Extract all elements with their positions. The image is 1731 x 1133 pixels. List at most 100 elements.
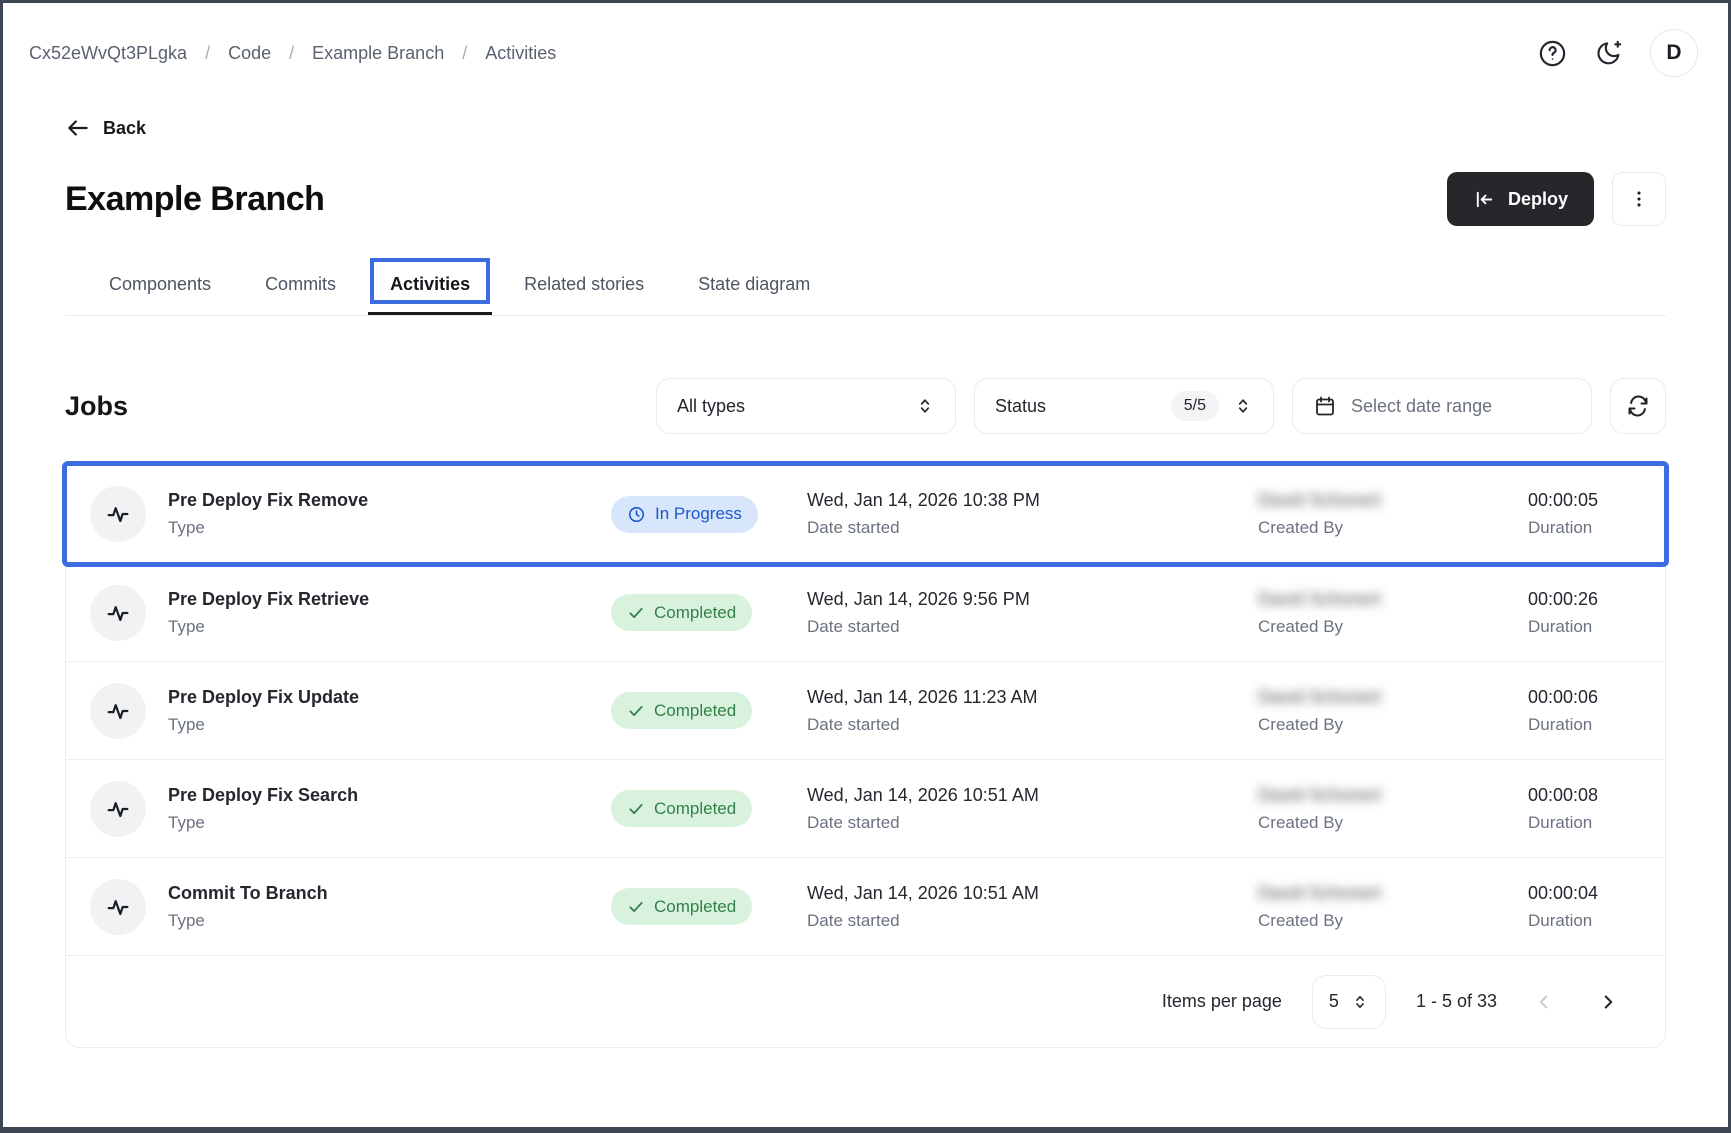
avatar[interactable]: D (1650, 29, 1698, 77)
created-by-name-blurred: David Schonert (1258, 883, 1528, 904)
job-date: Wed, Jan 14, 2026 10:51 AM (807, 785, 1258, 806)
activity-pulse-icon (90, 683, 146, 739)
job-type-label: Type (168, 518, 368, 538)
help-icon (1537, 38, 1568, 69)
deploy-label: Deploy (1508, 189, 1568, 210)
breadcrumb-item-project[interactable]: Cx52eWvQt3PLgka (29, 43, 187, 64)
status-badge: Completed (611, 790, 752, 827)
duration-label: Duration (1528, 813, 1641, 833)
breadcrumb-separator: / (289, 43, 294, 64)
status-badge: Completed (611, 888, 752, 925)
job-duration: 00:00:08 (1528, 785, 1641, 806)
topbar: Cx52eWvQt3PLgka / Code / Example Branch … (3, 3, 1728, 77)
refresh-icon (1626, 394, 1650, 418)
created-by-name-blurred: David Schonert (1258, 490, 1528, 511)
breadcrumb-item-activities[interactable]: Activities (485, 43, 556, 64)
job-row[interactable]: Pre Deploy Fix Search Type Completed (66, 759, 1665, 857)
breadcrumb-item-code[interactable]: Code (228, 43, 271, 64)
chevron-up-down-icon (915, 396, 935, 416)
created-by-label: Created By (1258, 518, 1528, 538)
tab-bar: Components Commits Activities Related st… (65, 260, 1666, 316)
job-status-cell: Completed (611, 888, 807, 925)
job-name: Commit To Branch (168, 883, 328, 904)
status-badge: In Progress (611, 496, 758, 533)
title-actions: Deploy (1447, 172, 1666, 226)
topbar-actions: D (1537, 29, 1698, 77)
back-label: Back (103, 118, 146, 139)
type-filter-select[interactable]: All types (656, 378, 956, 434)
previous-page-button[interactable] (1527, 985, 1561, 1019)
breadcrumb-item-branch[interactable]: Example Branch (312, 43, 444, 64)
job-row[interactable]: Pre Deploy Fix Remove Type In Progress (66, 465, 1665, 563)
status-filter-select[interactable]: Status 5/5 (974, 378, 1274, 434)
job-duration: 00:00:04 (1528, 883, 1641, 904)
check-icon (627, 800, 645, 818)
activity-pulse-icon (90, 486, 146, 542)
date-started-label: Date started (807, 617, 1258, 637)
more-options-button[interactable] (1612, 172, 1666, 226)
app-window: Cx52eWvQt3PLgka / Code / Example Branch … (0, 0, 1731, 1133)
created-by-label: Created By (1258, 617, 1528, 637)
created-by-label: Created By (1258, 813, 1528, 833)
job-date: Wed, Jan 14, 2026 9:56 PM (807, 589, 1258, 610)
tab-commits[interactable]: Commits (243, 260, 358, 315)
duration-label: Duration (1528, 715, 1641, 735)
job-duration-cell: 00:00:06 Duration (1528, 687, 1641, 735)
activity-pulse-icon (90, 879, 146, 935)
status-filter-label: Status (995, 396, 1157, 417)
status-text: Completed (654, 603, 736, 623)
jobs-filters: All types Status 5/5 (656, 378, 1666, 434)
job-status-cell: Completed (611, 594, 807, 631)
job-type-label: Type (168, 813, 358, 833)
tab-state-diagram[interactable]: State diagram (676, 260, 832, 315)
job-name-cell: Pre Deploy Fix Update Type (90, 683, 611, 739)
job-duration-cell: 00:00:08 Duration (1528, 785, 1641, 833)
created-by-label: Created By (1258, 911, 1528, 931)
date-started-label: Date started (807, 813, 1258, 833)
job-name-cell: Pre Deploy Fix Remove Type (90, 486, 611, 542)
duration-label: Duration (1528, 617, 1641, 637)
refresh-button[interactable] (1610, 378, 1666, 434)
next-page-button[interactable] (1591, 985, 1625, 1019)
check-icon (627, 702, 645, 720)
job-name-cell: Commit To Branch Type (90, 879, 611, 935)
job-created-by-cell: David Schonert Created By (1258, 785, 1528, 833)
dark-mode-toggle[interactable] (1594, 38, 1624, 68)
job-row[interactable]: Commit To Branch Type Completed (66, 857, 1665, 955)
job-row[interactable]: Pre Deploy Fix Update Type Completed (66, 661, 1665, 759)
breadcrumb: Cx52eWvQt3PLgka / Code / Example Branch … (29, 43, 556, 64)
tab-related-stories[interactable]: Related stories (502, 260, 666, 315)
created-by-name-blurred: David Schonert (1258, 589, 1528, 610)
main-content: Back Example Branch Deploy (3, 77, 1728, 1048)
items-per-page-label: Items per page (1162, 991, 1282, 1012)
status-count-badge: 5/5 (1171, 391, 1219, 421)
tab-components[interactable]: Components (87, 260, 233, 315)
tab-activities[interactable]: Activities (368, 260, 492, 315)
deploy-button[interactable]: Deploy (1447, 172, 1594, 226)
date-started-label: Date started (807, 911, 1258, 931)
activity-pulse-icon (90, 585, 146, 641)
job-created-by-cell: David Schonert Created By (1258, 589, 1528, 637)
date-range-picker[interactable]: Select date range (1292, 378, 1592, 434)
date-started-label: Date started (807, 518, 1258, 538)
status-badge: Completed (611, 692, 752, 729)
status-text: Completed (654, 897, 736, 917)
job-date: Wed, Jan 14, 2026 10:38 PM (807, 490, 1258, 511)
help-button[interactable] (1537, 38, 1568, 69)
moon-plus-icon (1594, 38, 1624, 68)
status-text: Completed (654, 701, 736, 721)
date-started-label: Date started (807, 715, 1258, 735)
job-row[interactable]: Pre Deploy Fix Retrieve Type Completed (66, 563, 1665, 661)
job-type-label: Type (168, 715, 359, 735)
job-name-cell: Pre Deploy Fix Retrieve Type (90, 585, 611, 641)
back-button[interactable]: Back (65, 115, 146, 141)
job-created-by-cell: David Schonert Created By (1258, 490, 1528, 538)
kebab-icon (1628, 188, 1650, 210)
created-by-label: Created By (1258, 715, 1528, 735)
items-per-page-stepper[interactable]: 5 (1312, 975, 1386, 1029)
job-duration-cell: 00:00:05 Duration (1528, 490, 1641, 538)
job-name-cell: Pre Deploy Fix Search Type (90, 781, 611, 837)
job-duration-cell: 00:00:04 Duration (1528, 883, 1641, 931)
job-status-cell: Completed (611, 692, 807, 729)
job-name: Pre Deploy Fix Update (168, 687, 359, 708)
